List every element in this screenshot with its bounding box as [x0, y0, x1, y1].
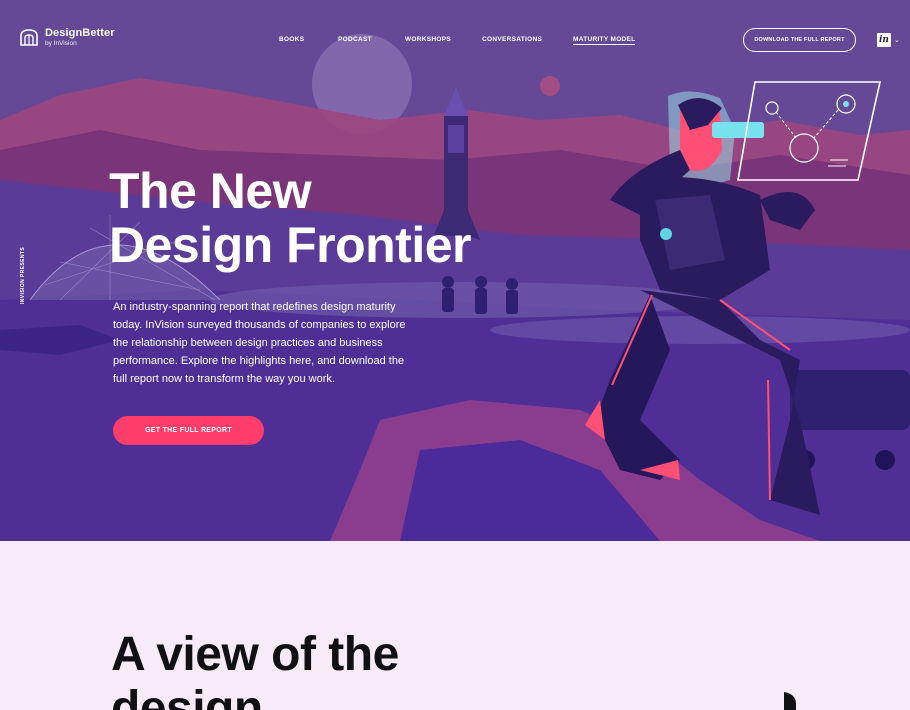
designbetter-logo-icon: [20, 29, 38, 46]
logo-subtitle: by InVision: [45, 40, 77, 48]
section-title: A view of the design: [111, 628, 491, 710]
hero-title: The New Design Frontier: [109, 164, 529, 272]
hero-title-line: Design Frontier: [109, 217, 471, 273]
get-full-report-button[interactable]: GET THE FULL REPORT: [113, 416, 264, 445]
logo-title: DesignBetter: [45, 27, 115, 40]
hero-description: An industry-spanning report that redefin…: [113, 301, 406, 385]
decorative-shape: [784, 692, 796, 710]
nav-item-books[interactable]: BOOKS: [279, 36, 304, 43]
nav-item-maturity-model[interactable]: MATURITY MODEL: [573, 36, 636, 45]
site-header: DesignBetter by InVision BOOKS PODCAST W…: [0, 0, 910, 80]
nav-item-podcast[interactable]: PODCAST: [338, 36, 372, 43]
logo[interactable]: DesignBetter by InVision: [19, 28, 115, 48]
side-label: INVISION PRESENTS: [20, 246, 26, 304]
download-report-button[interactable]: DOWNLOAD THE FULL REPORT: [743, 28, 856, 52]
section-title-line: design: [111, 682, 263, 710]
hero-section: DesignBetter by InVision BOOKS PODCAST W…: [0, 0, 910, 541]
nav-item-workshops[interactable]: WORKSHOPS: [405, 36, 451, 43]
hero-title-line: The New: [109, 163, 312, 219]
chevron-down-icon[interactable]: ⌄: [894, 36, 900, 44]
invision-logo-icon[interactable]: in: [877, 33, 891, 47]
section-title-line: A view of the: [111, 628, 399, 681]
nav-item-conversations[interactable]: CONVERSATIONS: [482, 36, 542, 43]
